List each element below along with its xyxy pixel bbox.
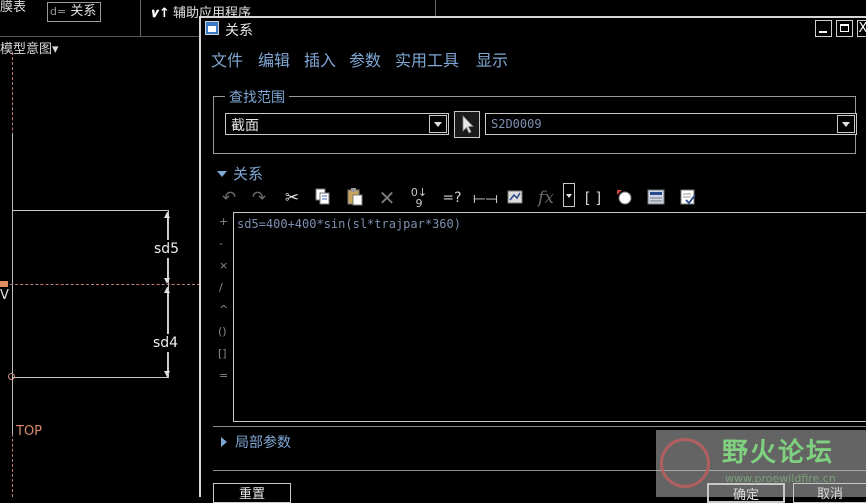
operator-power[interactable]: ^ (219, 303, 228, 316)
dimension-arrow (164, 371, 170, 377)
sort-relations-icon[interactable]: 0↓ 9 (408, 187, 430, 209)
operator-equals[interactable]: = (219, 369, 228, 382)
collapse-arrow-icon[interactable] (217, 171, 227, 177)
operator-minus[interactable]: - (219, 237, 223, 250)
evaluate-icon[interactable]: =? (441, 187, 463, 209)
operator-parentheses[interactable]: () (218, 325, 227, 338)
sketch-rectangle[interactable] (12, 210, 169, 378)
menu-file[interactable]: 文件 (211, 47, 243, 71)
menu-edit[interactable]: 编辑 (258, 47, 290, 71)
dimension-arrow (164, 278, 170, 284)
redo-icon[interactable]: ↷ (248, 187, 270, 209)
dimension-sd5[interactable]: sd5 (154, 240, 180, 258)
minimize-button[interactable] (815, 20, 832, 37)
watermark-logo-icon (660, 438, 710, 488)
menu-insert[interactable]: 插入 (304, 47, 336, 71)
menu-display[interactable]: 显示 (476, 47, 508, 71)
show-units-icon[interactable] (645, 187, 667, 209)
background-tab-fragment[interactable]: 膜表 (0, 0, 26, 15)
toolbar-divider (140, 0, 141, 36)
app-window-icon (205, 21, 219, 35)
paste-icon[interactable] (344, 187, 366, 209)
operator-divide[interactable]: / (219, 281, 223, 294)
auxiliary-apps-icon: 𝒗↑ (152, 6, 170, 21)
relations-icon: d= (50, 5, 67, 18)
dialog-title: 关系 (225, 23, 253, 39)
copy-icon[interactable] (312, 187, 334, 209)
close-button[interactable]: X (857, 20, 866, 37)
dimension-arrow (164, 287, 170, 293)
relations-toolbar-label: 关系 (70, 4, 97, 19)
dialog-menubar: 文件 编辑 插入 参数 实用工具 显示 (201, 42, 866, 70)
operator-brackets[interactable]: [] (218, 347, 227, 360)
watermark-text: 野火论坛 (722, 438, 835, 468)
chevron-down-icon[interactable] (429, 115, 447, 133)
cut-icon[interactable]: ✂ (281, 187, 303, 209)
lookup-item-value: S2D0009 (491, 117, 542, 131)
sketch-start-point (8, 373, 15, 380)
local-params-section-title[interactable]: 局部参数 (235, 432, 291, 452)
sensitivity-icon[interactable] (504, 187, 526, 209)
dialog-titlebar[interactable]: 关系 X (201, 18, 866, 40)
menu-parameters[interactable]: 参数 (349, 47, 381, 71)
function-dropdown-icon[interactable] (563, 183, 575, 207)
model-intent-dropdown[interactable]: 模型意图▾ (0, 38, 59, 57)
lookup-type-value: 截面 (231, 118, 259, 134)
lookup-type-select[interactable]: 截面 (225, 113, 449, 135)
relation-text[interactable]: sd5=400+400*sin(sl*trajpar*360) (237, 217, 461, 231)
select-pointer-button[interactable] (454, 111, 480, 138)
maximize-button[interactable] (836, 20, 853, 37)
pointer-arrow-icon (462, 115, 474, 134)
vertex-label: V (0, 288, 9, 303)
chevron-down-icon[interactable] (837, 115, 855, 133)
watermark-url: www.proewildfire.cn (725, 472, 836, 485)
expand-arrow-icon[interactable] (221, 437, 227, 447)
dimension-arrow (164, 212, 170, 218)
relations-toolbar-button[interactable]: d= 关系 (47, 2, 101, 22)
dimension-line-sd4 (167, 287, 168, 377)
datum-plane-label: TOP (16, 424, 43, 439)
operator-plus[interactable]: + (219, 215, 228, 228)
toolbar-divider (435, 0, 436, 16)
lookup-item-select[interactable]: S2D0009 (485, 113, 857, 135)
reset-button[interactable]: 重置 (213, 483, 291, 503)
unit-sensitivity-icon[interactable] (613, 187, 635, 209)
section-divider (213, 426, 866, 427)
relations-section-title[interactable]: 关系 (233, 163, 263, 184)
sketch-centerline-horizontal (0, 284, 200, 285)
menu-utilities[interactable]: 实用工具 (395, 47, 459, 71)
sketch-origin-marker (0, 281, 8, 287)
relations-editor[interactable]: sd5=400+400*sin(sl*trajpar*360) (233, 212, 866, 422)
operator-multiply[interactable]: × (219, 259, 228, 272)
relations-dialog: 关系 X 文件 编辑 插入 参数 实用工具 显示 查找范围 截面 S2D0009… (199, 16, 866, 503)
dimension-sd4[interactable]: sd4 (153, 334, 179, 352)
verify-relations-icon[interactable] (677, 187, 699, 209)
function-icon[interactable]: fx (535, 187, 557, 209)
delete-icon[interactable]: ✕ (376, 187, 398, 209)
undo-icon[interactable]: ↶ (218, 187, 240, 209)
lookup-group-title: 查找范围 (225, 87, 289, 107)
measure-icon[interactable]: ⟝⟞ (473, 187, 498, 209)
brackets-icon[interactable]: [ ] (582, 187, 604, 209)
